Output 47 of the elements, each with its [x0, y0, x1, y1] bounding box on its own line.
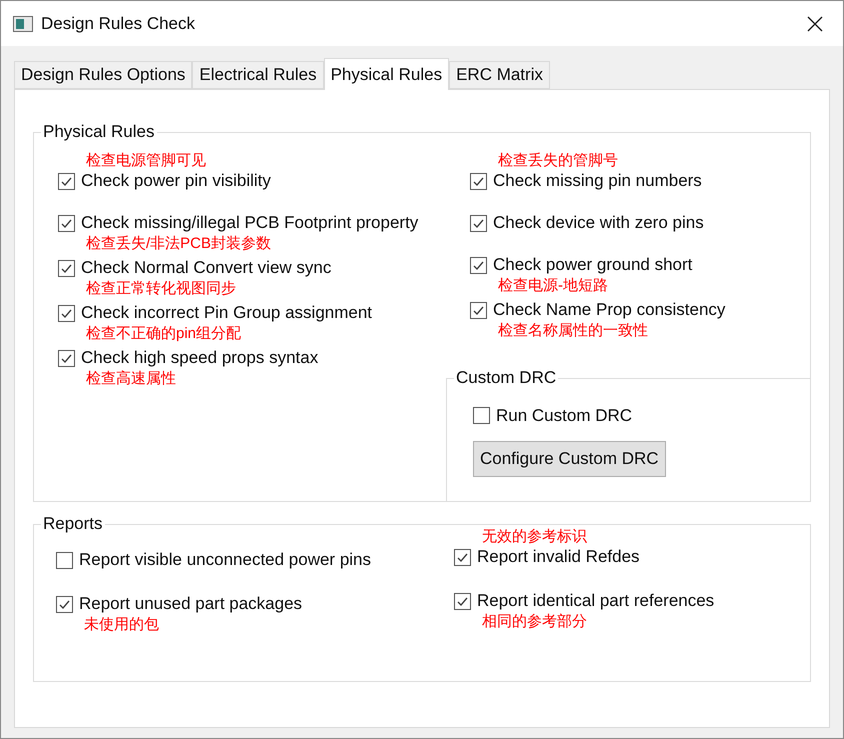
checkbox[interactable]: [58, 260, 75, 276]
checkbox[interactable]: [454, 592, 471, 610]
checkbox-label: Report identical part references: [477, 590, 714, 612]
checkbox[interactable]: [470, 256, 487, 274]
checkbox[interactable]: [56, 552, 73, 568]
tab[interactable]: Electrical Rules: [192, 61, 324, 89]
checkbox[interactable]: [470, 302, 487, 318]
close-icon[interactable]: [807, 16, 823, 32]
checkbox-label: Report visible unconnected power pins: [79, 549, 372, 571]
checkbox-label: Check power pin visibility: [81, 170, 271, 192]
checkbox-label: Check Name Prop consistency: [493, 299, 726, 321]
checkbox[interactable]: [454, 548, 471, 566]
checkbox-label: Report invalid Refdes: [477, 546, 640, 568]
annotation: 检查丢失/非法PCB封装参数: [85, 234, 272, 253]
checkbox-label: Run Custom DRC: [496, 405, 632, 427]
checkbox[interactable]: [58, 304, 75, 322]
tab[interactable]: Physical Rules: [324, 58, 450, 90]
checkbox-label: Check missing/illegal PCB Footprint property: [81, 212, 418, 234]
checkbox-label: Check high speed props syntax: [81, 347, 318, 369]
annotation: 检查丢失的管脚号: [497, 151, 619, 170]
checkbox-label: Check incorrect Pin Group assignment: [81, 302, 372, 324]
tab[interactable]: ERC Matrix: [449, 61, 550, 89]
checkbox-label: Check Normal Convert view sync: [81, 257, 332, 279]
checkbox[interactable]: [470, 172, 487, 190]
checkbox[interactable]: [56, 596, 73, 612]
app-icon: [13, 16, 33, 32]
checkbox-label: Check missing pin numbers: [493, 170, 702, 192]
window-title: Design Rules Check: [41, 12, 196, 35]
annotation: 检查正常转化视图同步: [85, 279, 237, 298]
annotation: 相同的参考部分: [481, 612, 588, 631]
tab[interactable]: Design Rules Options: [14, 61, 192, 89]
checkbox[interactable]: [473, 407, 490, 424]
checkbox[interactable]: [58, 350, 75, 366]
checkbox-label: Report unused part packages: [79, 593, 302, 615]
annotation: 未使用的包: [83, 615, 160, 634]
annotation: 检查电源管脚可见: [85, 151, 207, 170]
annotation: 检查不正确的pin组分配: [85, 324, 242, 343]
checkbox-label: Check power ground short: [493, 254, 692, 276]
checkbox[interactable]: [58, 172, 75, 190]
configure-button[interactable]: Configure Custom DRC: [473, 440, 666, 476]
annotation: 无效的参考标识: [481, 527, 588, 546]
checkbox-label: Check device with zero pins: [493, 212, 704, 234]
checkbox[interactable]: [470, 214, 487, 232]
annotation: 检查高速属性: [85, 369, 177, 388]
checkbox[interactable]: [58, 214, 75, 232]
annotation: 检查名称属性的一致性: [497, 321, 649, 340]
annotation: 检查电源-地短路: [497, 276, 609, 295]
